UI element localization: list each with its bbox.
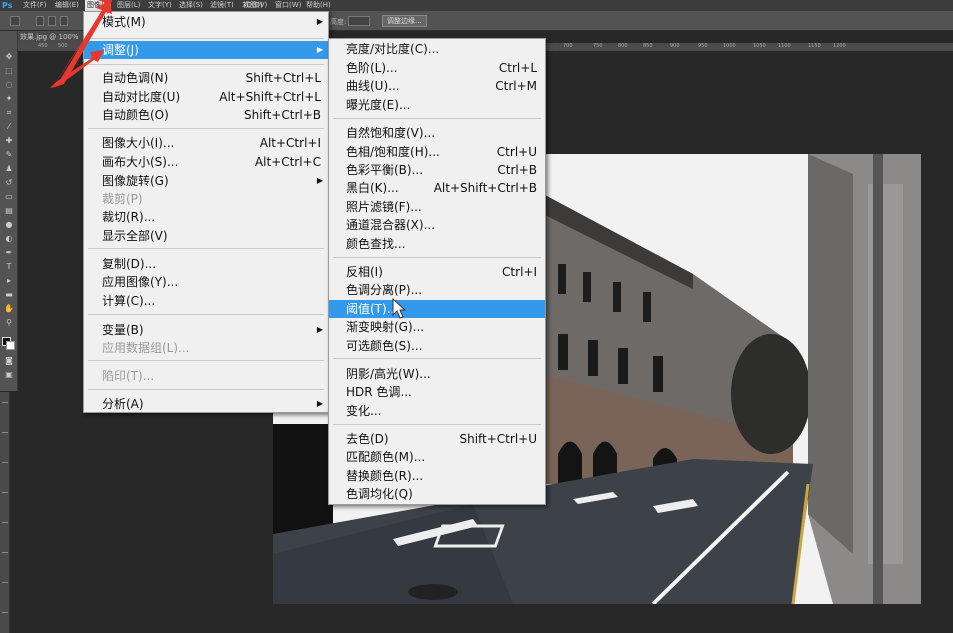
annotation-arrows <box>50 0 112 88</box>
mouse-cursor-icon <box>392 298 407 319</box>
annotation-arrow-icon <box>52 0 112 88</box>
